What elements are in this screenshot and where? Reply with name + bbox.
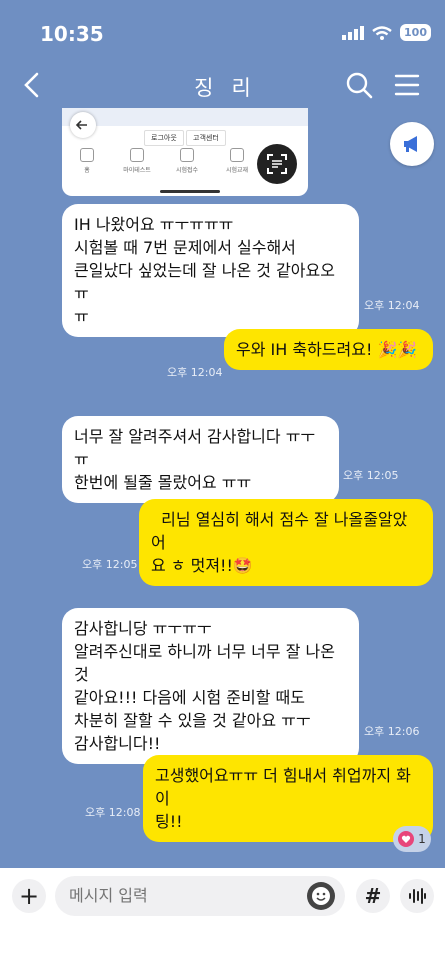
nav-textbook: 시험교재 — [212, 148, 262, 174]
support-pill: 고객센터 — [186, 130, 226, 146]
plus-icon: + — [18, 882, 40, 910]
message-time: 오후 12:05 — [343, 469, 399, 482]
nav-textbook-label: 시험교재 — [225, 167, 249, 174]
message-time: 오후 12:06 — [364, 725, 420, 738]
message-time: 오후 12:04 — [364, 299, 420, 312]
attach-button[interactable]: + — [12, 879, 46, 913]
wifi-icon — [372, 25, 392, 40]
notice-button[interactable] — [390, 122, 434, 166]
chat-title: 징리 — [194, 76, 269, 100]
reaction-badge[interactable]: 1 — [393, 826, 431, 852]
message-input[interactable] — [69, 886, 299, 905]
menu-icon[interactable] — [394, 72, 420, 98]
message-bubble-received[interactable]: IH 나왔어요 ㅠㅜㅠㅠㅠ 시험볼 때 7번 문제에서 실수해서 큰일났다 싶었… — [62, 204, 359, 337]
shared-image[interactable]: 로그아웃 고객센터 홈 마이테스트 시험접수 시험교재 — [62, 108, 308, 196]
book-icon — [230, 148, 244, 162]
smiley-icon — [312, 887, 330, 905]
megaphone-icon — [404, 136, 417, 152]
message-bubble-received[interactable]: 감사합니당 ㅠㅜㅠㅜ 알려주신대로 하니까 너무 너무 잘 나온 것 같아요!!… — [62, 608, 359, 764]
image-topbar — [62, 108, 308, 126]
message-time: 오후 12:05 — [82, 558, 138, 571]
image-back-icon — [70, 112, 96, 138]
status-icons: 100 — [342, 24, 431, 41]
home-icon — [80, 148, 94, 162]
nav-mytest-label: 마이테스트 — [123, 167, 151, 174]
hashtag-icon: # — [364, 884, 382, 908]
emoji-button[interactable] — [307, 882, 335, 910]
nav-home: 홈 — [62, 148, 112, 174]
text-scan-icon — [267, 154, 287, 174]
message-bubble-received[interactable]: 너무 잘 알려주셔서 감사합니다 ㅠㅜㅠ 한번에 될줄 몰랐어요 ㅠㅠ — [62, 416, 339, 503]
logout-pill: 로그아웃 — [144, 130, 184, 146]
message-field[interactable] — [55, 876, 345, 916]
nav-register: 시험접수 — [162, 148, 212, 174]
voice-button[interactable] — [400, 879, 434, 913]
message-bubble-sent[interactable]: 고생했어요ㅠㅠ 더 힘내서 취업까지 화이 팅!! — [143, 755, 433, 842]
message-time: 오후 12:04 — [167, 366, 223, 379]
nav-register-label: 시험접수 — [175, 167, 199, 174]
person-icon — [130, 148, 144, 162]
reaction-count: 1 — [418, 832, 426, 846]
nav-mytest: 마이테스트 — [112, 148, 162, 174]
battery-indicator: 100 — [400, 24, 431, 41]
image-scroll-indicator — [160, 190, 220, 193]
heart-icon — [398, 831, 415, 847]
form-icon — [180, 148, 194, 162]
signal-icon — [342, 25, 365, 40]
soundwave-icon — [409, 888, 426, 904]
message-bubble-sent[interactable]: 우와 IH 축하드려요! 🎉🎉 — [224, 329, 433, 370]
search-icon[interactable] — [344, 70, 374, 100]
status-time: 10:35 — [40, 22, 104, 46]
hashtag-button[interactable]: # — [356, 879, 390, 913]
message-bubble-sent[interactable]: 리님 열심히 해서 점수 잘 나올줄알았어 요 ㅎ 멋져!!🤩 — [139, 499, 433, 586]
message-time: 오후 12:08 — [85, 806, 141, 819]
text-scan-button[interactable] — [257, 144, 297, 184]
nav-home-label: 홈 — [84, 167, 90, 174]
